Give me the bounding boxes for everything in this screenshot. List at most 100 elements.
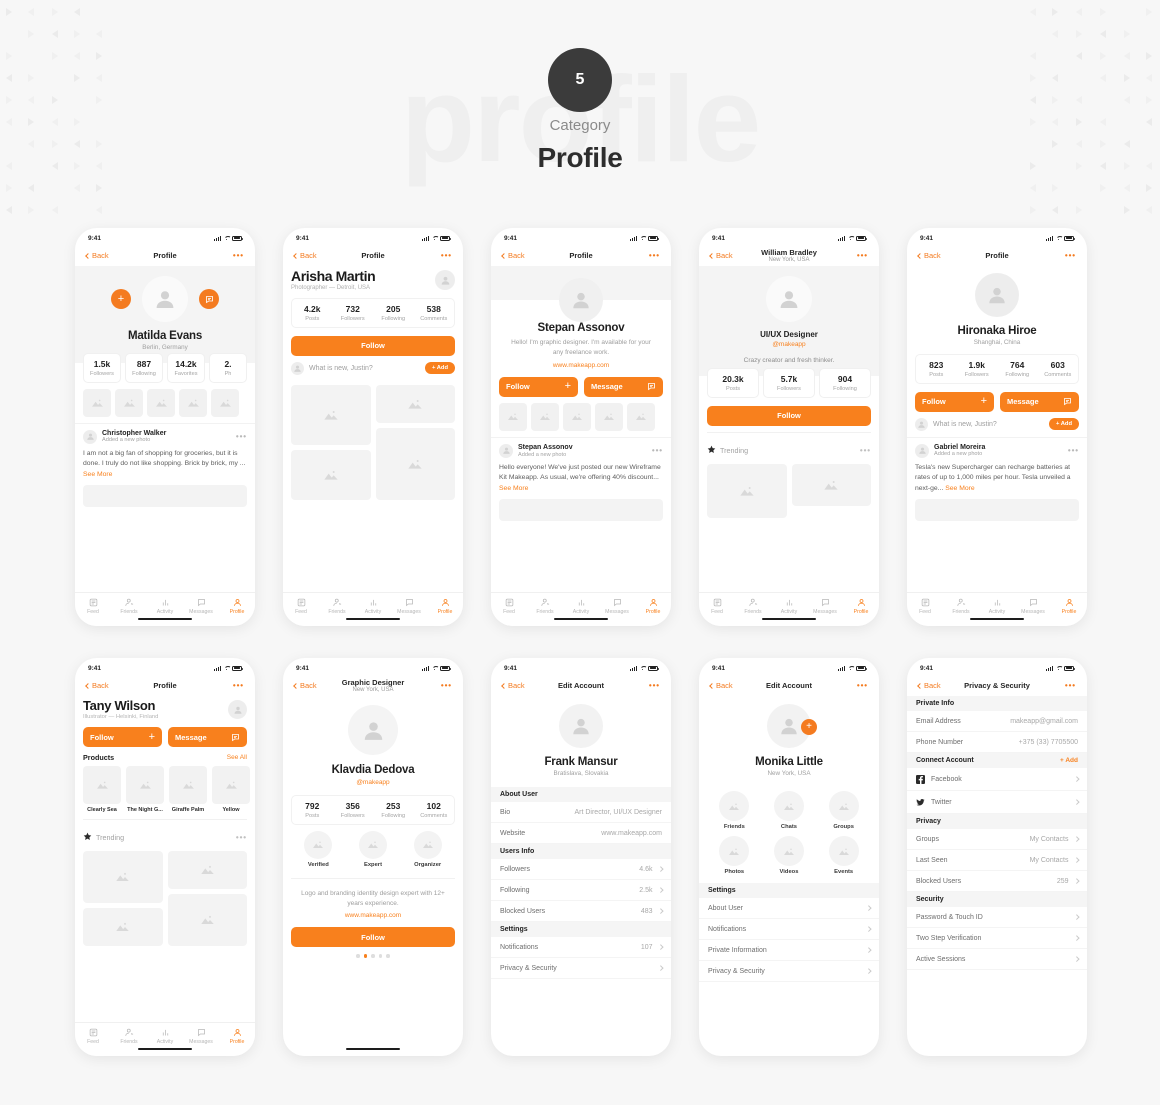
list-row[interactable]: Blocked Users 483 [491, 901, 671, 922]
composer[interactable]: What is new, Justin? + Add [907, 412, 1087, 437]
trending-tile[interactable] [83, 908, 163, 946]
back-button[interactable]: Back [293, 681, 317, 690]
tile-photos[interactable]: Photos [707, 836, 762, 875]
photo-thumbnail[interactable] [563, 402, 591, 431]
stat-item[interactable]: 887 Following [125, 353, 163, 383]
more-options-button[interactable]: ••• [649, 251, 660, 260]
more-options-button[interactable]: ••• [233, 251, 244, 260]
profile-website[interactable]: www.makeapp.com [283, 912, 463, 919]
tab-profile[interactable]: Profile [219, 597, 255, 615]
list-row[interactable]: Bio Art Director, UI/UX Designer [491, 802, 671, 823]
section-more-button[interactable]: ••• [860, 446, 871, 455]
more-options-button[interactable]: ••• [649, 681, 660, 690]
tab-activity[interactable]: Activity [563, 597, 599, 615]
back-button[interactable]: Back [917, 251, 941, 260]
post-image[interactable] [83, 485, 247, 508]
stat-item[interactable]: 732 Followers [332, 299, 373, 327]
trending-tile[interactable] [167, 894, 247, 946]
message-button[interactable]: Message [168, 727, 247, 747]
tab-messages[interactable]: Messages [183, 597, 219, 615]
follow-button[interactable]: Follow [291, 335, 455, 356]
stat-item[interactable]: 5.7k Followers [763, 368, 815, 398]
tab-messages[interactable]: Messages [807, 597, 843, 615]
list-row[interactable]: Last Seen My Contacts [907, 850, 1087, 871]
tab-feed[interactable]: Feed [75, 1027, 111, 1045]
follow-button[interactable]: Follow + [499, 376, 578, 397]
back-button[interactable]: Back [501, 681, 525, 690]
tab-activity[interactable]: Activity [147, 1027, 183, 1045]
stat-item[interactable]: 253 Following [373, 796, 414, 824]
photo-tile[interactable] [375, 384, 455, 423]
stat-item[interactable]: 356 Followers [332, 796, 373, 824]
tab-activity[interactable]: Activity [771, 597, 807, 615]
tab-profile[interactable]: Profile [427, 597, 463, 615]
photo-thumbnail[interactable] [211, 388, 239, 417]
add-friend-button[interactable]: + [111, 289, 131, 309]
stat-item[interactable]: 904 Following [819, 368, 871, 398]
tab-profile[interactable]: Profile [843, 597, 879, 615]
list-row[interactable]: Email Address makeapp@gmail.com [907, 711, 1087, 732]
post-more-button[interactable]: ••• [1068, 446, 1079, 455]
tab-friends[interactable]: Friends [735, 597, 771, 615]
tab-messages[interactable]: Messages [599, 597, 635, 615]
trending-tile[interactable] [791, 463, 871, 506]
list-row[interactable]: Groups My Contacts [907, 829, 1087, 850]
product-card[interactable]: Yellow [212, 766, 250, 813]
list-row[interactable]: Followers 4.6k [491, 859, 671, 880]
more-options-button[interactable]: ••• [1065, 681, 1076, 690]
stat-item[interactable]: 538 Comments [413, 299, 454, 327]
tile-chats[interactable]: Chats [762, 791, 817, 830]
more-options-button[interactable]: ••• [441, 681, 452, 690]
profile-website[interactable]: www.makeapp.com [491, 362, 671, 369]
add-post-button[interactable]: + Add [424, 362, 455, 374]
stat-item[interactable]: 1.5k Followers [83, 353, 121, 383]
tab-feed[interactable]: Feed [699, 597, 735, 615]
stat-item[interactable]: 102 Comments [413, 796, 454, 824]
stat-item[interactable]: 20.3k Posts [707, 368, 759, 398]
add-post-button[interactable]: + Add [1048, 418, 1079, 430]
trending-tile[interactable] [167, 851, 247, 889]
photo-tile[interactable] [375, 427, 455, 500]
tile-videos[interactable]: Videos [762, 836, 817, 875]
stat-item[interactable]: 603 Comments [1037, 355, 1078, 383]
follow-button[interactable]: Follow + [83, 727, 162, 747]
stat-item[interactable]: 205 Following [373, 299, 414, 327]
add-photo-button[interactable]: + [801, 719, 817, 735]
post-image[interactable] [499, 499, 663, 522]
profile-handle[interactable]: @makeapp [707, 341, 871, 348]
back-button[interactable]: Back [85, 681, 109, 690]
tab-messages[interactable]: Messages [391, 597, 427, 615]
badge-item[interactable]: Organizer [413, 830, 442, 868]
list-row[interactable]: Notifications 107 [491, 937, 671, 958]
list-row[interactable]: Following 2.5k [491, 880, 671, 901]
section-add-button[interactable]: + Add [1060, 757, 1078, 764]
stat-item[interactable]: 792 Posts [292, 796, 333, 824]
page-dot[interactable] [363, 954, 368, 958]
photo-thumbnail[interactable] [83, 388, 111, 417]
list-row[interactable]: Private Information [699, 940, 879, 961]
product-card[interactable]: Clearly Sea [83, 766, 121, 813]
follow-button[interactable]: Follow [707, 405, 871, 426]
list-row[interactable]: Phone Number +375 (33) 7705500 [907, 732, 1087, 753]
follow-button[interactable]: Follow [291, 927, 455, 948]
tab-profile[interactable]: Profile [635, 597, 671, 615]
post-more-button[interactable]: ••• [652, 446, 663, 455]
stat-item[interactable]: 1.9k Followers [956, 355, 997, 383]
list-row[interactable]: Privacy & Security [699, 961, 879, 982]
list-row[interactable]: Blocked Users 259 [907, 871, 1087, 892]
product-card[interactable]: The Night G... [126, 766, 164, 813]
page-dot[interactable] [356, 954, 360, 958]
tab-feed[interactable]: Feed [283, 597, 319, 615]
list-row[interactable]: Facebook [907, 768, 1087, 791]
list-row[interactable]: Twitter [907, 791, 1087, 814]
badge-item[interactable]: Verified [304, 830, 333, 868]
tab-friends[interactable]: Friends [111, 597, 147, 615]
photo-thumbnail[interactable] [627, 402, 655, 431]
back-button[interactable]: Back [709, 251, 733, 260]
photo-thumbnail[interactable] [595, 402, 623, 431]
tab-activity[interactable]: Activity [355, 597, 391, 615]
photo-thumbnail[interactable] [147, 388, 175, 417]
photo-tile[interactable] [291, 384, 371, 445]
back-button[interactable]: Back [501, 251, 525, 260]
tile-groups[interactable]: Groups [816, 791, 871, 830]
